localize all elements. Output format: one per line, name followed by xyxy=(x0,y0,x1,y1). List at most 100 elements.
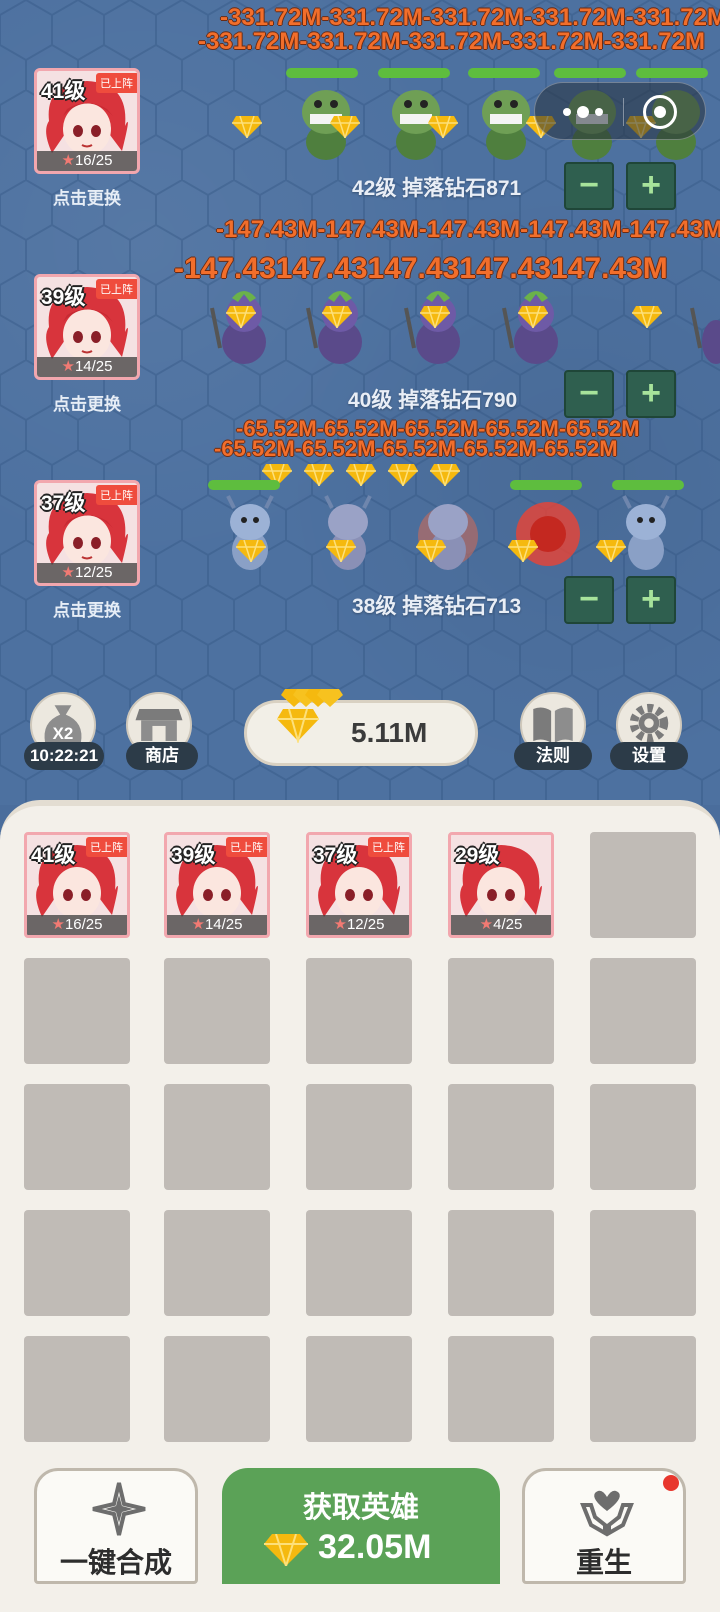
enemy-hp-bar xyxy=(612,480,684,490)
hero-level: 37级 xyxy=(313,844,358,867)
change-hero-link[interactable]: 点击更换 xyxy=(34,596,140,621)
increase-level-button[interactable]: + xyxy=(626,162,676,210)
inventory-empty-slot[interactable] xyxy=(590,1210,696,1316)
star-icon: ★ xyxy=(51,916,65,933)
decrease-level-button[interactable]: − xyxy=(564,576,614,624)
star-icon: ★ xyxy=(479,916,494,933)
hero-stars: ★16/25 xyxy=(27,915,127,935)
dragon-enemy xyxy=(622,495,670,570)
lane-hero-card[interactable]: 37级 已上阵 ★12/25 xyxy=(34,480,140,586)
inventory-hero-slot[interactable]: 41级 已上阵 ★16/25 xyxy=(24,832,130,938)
more-dots-icon[interactable] xyxy=(557,97,617,127)
damage-text: -65.52M-65.52M-65.52M-65.52M-65.52M xyxy=(214,436,618,461)
inventory-empty-slot[interactable] xyxy=(590,1084,696,1190)
svg-text:X2: X2 xyxy=(53,724,74,743)
deployed-badge: 已上阵 xyxy=(86,837,127,857)
capsule-menu xyxy=(534,82,706,140)
diamond-icon xyxy=(232,116,262,138)
diamond-icon xyxy=(226,306,256,328)
inventory-hero-slot[interactable]: 39级 已上阵 ★14/25 xyxy=(164,832,270,938)
enemy-hp-bar xyxy=(510,480,582,490)
enemy-hp-bar xyxy=(286,68,358,78)
inventory-hero-slot[interactable]: 29级 ★4/25 xyxy=(448,832,554,938)
diamond-icon xyxy=(236,540,266,562)
eggplant-enemy xyxy=(210,291,266,364)
inventory-empty-slot[interactable] xyxy=(306,1084,412,1190)
inventory-empty-slot[interactable] xyxy=(24,1084,130,1190)
hero-stars: ★14/25 xyxy=(37,357,137,377)
hero-stars: ★4/25 xyxy=(451,915,551,935)
inventory-empty-slot[interactable] xyxy=(306,1210,412,1316)
target-ring-icon[interactable] xyxy=(643,95,677,129)
eggplant-enemy xyxy=(404,291,460,364)
drop-rate-text: 40级 掉落钻石790 xyxy=(348,389,518,412)
auto-merge-label: 一键合成 xyxy=(59,1547,172,1578)
diamond-icon xyxy=(420,306,450,328)
diamond-icon xyxy=(508,540,538,562)
gem-balance-value: 5.11M xyxy=(351,717,428,748)
lane-hero-card[interactable]: 39级 已上阵 ★14/25 xyxy=(34,274,140,380)
hero-stars: ★12/25 xyxy=(309,915,409,935)
hands-heart-icon xyxy=(580,1490,634,1537)
dragon-enemy xyxy=(324,495,372,570)
inventory-empty-slot[interactable] xyxy=(448,1336,554,1442)
star-icon: ★ xyxy=(61,152,75,169)
capsule-divider xyxy=(623,98,624,126)
inventory-empty-slot[interactable] xyxy=(306,958,412,1064)
inventory-empty-slot[interactable] xyxy=(24,958,130,1064)
inventory-empty-slot[interactable] xyxy=(164,958,270,1064)
damage-text: -331.72M-331.72M-331.72M-331.72M-331.72M xyxy=(198,28,705,55)
rules-label: 法则 xyxy=(514,742,592,770)
lane-3: 37级 已上阵 ★12/25 点击更换 -65.52M-65.52M-65.52… xyxy=(0,416,720,685)
inventory-empty-slot[interactable] xyxy=(448,958,554,1064)
auto-merge-button[interactable]: 一键合成 xyxy=(34,1468,198,1584)
inventory-empty-slot[interactable] xyxy=(164,1084,270,1190)
inventory-empty-slot[interactable] xyxy=(24,1336,130,1442)
eggplant-enemy xyxy=(502,291,558,364)
rebirth-label: 重生 xyxy=(575,1547,632,1578)
inventory-empty-slot[interactable] xyxy=(306,1336,412,1442)
diamond-icon xyxy=(322,306,352,328)
inventory-empty-slot[interactable] xyxy=(24,1210,130,1316)
inventory-empty-slot[interactable] xyxy=(164,1336,270,1442)
star-icon: ★ xyxy=(191,916,205,933)
lane-hero-card[interactable]: 41级 已上阵 ★16/25 xyxy=(34,68,140,174)
diamond-icon xyxy=(346,464,376,486)
inventory-empty-slot[interactable] xyxy=(448,1210,554,1316)
drop-rate-text: 38级 掉落钻石713 xyxy=(352,595,522,618)
diamond-stack-icon xyxy=(277,689,343,743)
settings-label: 设置 xyxy=(610,742,688,770)
dragon-enemy xyxy=(418,504,478,570)
diamond-icon xyxy=(264,1534,308,1566)
gem-balance: 5.11M xyxy=(244,689,478,766)
battlefield: 41级 已上阵 ★16/25 点击更换 -331.72M-331.72M-331… xyxy=(0,0,720,805)
rebirth-button[interactable]: 重生 xyxy=(522,1468,686,1584)
change-hero-link[interactable]: 点击更换 xyxy=(34,184,140,209)
increase-level-button[interactable]: + xyxy=(626,576,676,624)
damage-text: -147.43147.43147.43147.43147.43M xyxy=(174,252,668,285)
inventory-empty-slot[interactable] xyxy=(448,1084,554,1190)
drop-rate-text: 42级 掉落钻石871 xyxy=(352,177,522,200)
change-hero-link[interactable]: 点击更换 xyxy=(34,390,140,415)
diamond-icon xyxy=(428,116,458,138)
enemy-hp-bar xyxy=(378,68,450,78)
enemy-hp-bar xyxy=(554,68,626,78)
inventory-empty-slot[interactable] xyxy=(590,832,696,938)
decrease-level-button[interactable]: − xyxy=(564,162,614,210)
inventory-empty-slot[interactable] xyxy=(590,1336,696,1442)
hero-level: 41级 xyxy=(31,844,76,867)
diamond-icon xyxy=(330,116,360,138)
diamond-icon xyxy=(430,464,460,486)
decrease-level-button[interactable]: − xyxy=(564,370,614,418)
diamond-icon xyxy=(518,306,548,328)
star-icon: ★ xyxy=(61,564,75,581)
deployed-badge: 已上阵 xyxy=(226,837,267,857)
inventory-hero-slot[interactable]: 37级 已上阵 ★12/25 xyxy=(306,832,412,938)
get-hero-button[interactable]: 获取英雄 32.05M xyxy=(222,1468,500,1584)
increase-level-button[interactable]: + xyxy=(626,370,676,418)
inventory-empty-slot[interactable] xyxy=(590,958,696,1064)
double-timer: 10:22:21 xyxy=(24,742,104,770)
enemy-hp-bar xyxy=(636,68,708,78)
diamond-icon xyxy=(416,540,446,562)
inventory-empty-slot[interactable] xyxy=(164,1210,270,1316)
